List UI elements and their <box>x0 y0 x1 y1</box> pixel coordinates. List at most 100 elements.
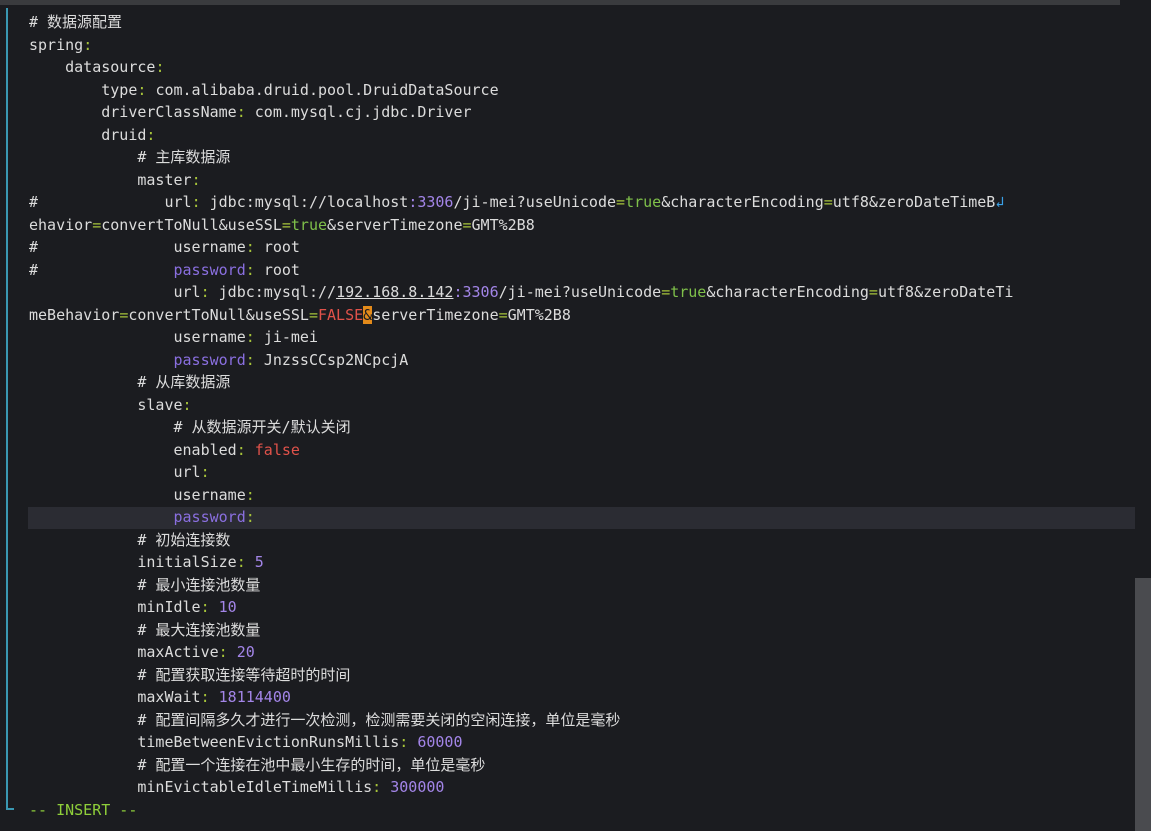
code-token: GMT%2B8 <box>507 305 571 324</box>
code-token: &serverTimezone <box>327 215 463 234</box>
code-token: 5 <box>254 553 264 571</box>
code-line[interactable]: initialSize: 5 <box>29 551 1129 574</box>
code-line[interactable]: # password: root <box>29 259 1129 282</box>
code-token: # 主库数据源 <box>29 148 231 166</box>
code-token: ji-mei <box>263 328 318 346</box>
code-token: = <box>92 215 102 234</box>
code-token: # 配置间隔多久才进行一次检测，检测需要关闭的空闲连接，单位是毫秒 <box>29 710 621 729</box>
code-line[interactable]: url: jdbc:mysql://192.168.8.142:3306/ji-… <box>29 281 1129 304</box>
code-token: url <box>29 463 201 481</box>
code-token: true <box>670 283 707 301</box>
code-token: : <box>218 643 237 661</box>
code-token: driverClassName <box>29 103 237 121</box>
code-line[interactable]: # 从库数据源 <box>29 371 1129 394</box>
code-token: &characterEncoding <box>661 193 824 211</box>
code-token: : <box>399 733 418 751</box>
code-token: initialSize <box>29 553 237 571</box>
code-token: &zeroDateTi <box>914 283 1014 301</box>
code-token: convertToNull&useSSL <box>128 305 309 324</box>
code-line[interactable]: username: <box>29 484 1129 507</box>
code-token: root <box>263 260 300 279</box>
code-token: # username <box>29 238 246 256</box>
code-line[interactable]: # username: root <box>29 236 1129 259</box>
code-token: true <box>625 193 662 211</box>
code-line[interactable]: minIdle: 10 <box>29 596 1129 619</box>
code-line[interactable]: minEvictableIdleTimeMillis: 300000 <box>29 776 1129 799</box>
code-editor[interactable]: # 数据源配置 spring: datasource: type: com.ali… <box>29 11 1129 821</box>
code-token: false <box>254 440 300 459</box>
code-token: : <box>200 688 219 706</box>
code-line[interactable]: # 初始连接数 <box>29 529 1129 552</box>
code-line[interactable]: datasource: <box>29 56 1129 79</box>
code-line[interactable]: spring: <box>29 34 1129 57</box>
code-token: : <box>83 35 93 54</box>
code-line[interactable]: password: <box>29 506 1129 529</box>
code-line[interactable]: # 主库数据源 <box>29 146 1129 169</box>
code-token: = <box>868 283 878 301</box>
code-token: type <box>29 80 138 99</box>
code-token: = <box>661 283 671 301</box>
scrollbar-thumb[interactable] <box>1135 578 1151 831</box>
code-token: true <box>290 215 328 234</box>
code-token: : <box>236 103 255 121</box>
code-token: 20 <box>236 643 255 661</box>
code-token: &characterEncoding <box>706 283 869 301</box>
code-token: minEvictableIdleTimeMillis <box>29 778 373 796</box>
code-line[interactable]: # url: jdbc:mysql://localhost:3306/ji-me… <box>29 191 1129 214</box>
code-token: spring <box>29 35 84 54</box>
code-token: convertToNull&useSSL <box>101 215 282 234</box>
code-line[interactable]: # 从数据源开关/默认关闭 <box>29 416 1129 439</box>
code-token: 60000 <box>417 733 463 751</box>
code-line[interactable]: # 最小连接池数量 <box>29 574 1129 597</box>
code-line[interactable]: druid: <box>29 124 1129 147</box>
code-token: 18114400 <box>218 688 291 706</box>
code-token: : <box>200 463 210 481</box>
code-line[interactable]: ehavior=convertToNull&useSSL=true&server… <box>29 214 1129 237</box>
scrollbar-track[interactable] <box>1135 0 1151 831</box>
code-token: password <box>173 508 246 526</box>
code-token: # 配置获取连接等待超时的时间 <box>29 665 351 684</box>
code-line[interactable]: # 配置间隔多久才进行一次检测，检测需要关闭的空闲连接，单位是毫秒 <box>29 709 1129 732</box>
code-token: : <box>245 328 264 346</box>
code-line[interactable]: meBehavior=convertToNull&useSSL=FALSE&se… <box>29 304 1129 327</box>
code-line[interactable]: maxWait: 18114400 <box>29 686 1129 709</box>
code-line[interactable]: slave: <box>29 394 1129 417</box>
code-line[interactable]: # 配置获取连接等待超时的时间 <box>29 664 1129 687</box>
code-token: :3306 <box>453 283 499 301</box>
code-token: datasource <box>29 58 156 76</box>
code-token: : <box>200 598 219 616</box>
code-line[interactable]: maxActive: 20 <box>29 641 1129 664</box>
code-token: = <box>119 305 129 324</box>
code-token: # 最小连接池数量 <box>29 575 261 594</box>
code-token: = <box>616 193 626 211</box>
code-token: : <box>137 80 156 99</box>
code-token: # 从数据源开关/默认关闭 <box>29 418 351 436</box>
code-token: # 数据源配置 <box>29 13 123 31</box>
code-token: : <box>200 283 219 301</box>
code-token: utf8 <box>832 193 869 211</box>
code-token: minIdle <box>29 598 201 616</box>
code-line[interactable]: url: <box>29 461 1129 484</box>
code-line[interactable]: driverClassName: com.mysql.cj.jdbc.Drive… <box>29 101 1129 124</box>
code-token: 10 <box>218 598 237 616</box>
code-line[interactable]: type: com.alibaba.druid.pool.DruidDataSo… <box>29 79 1129 102</box>
code-token: : <box>245 508 255 526</box>
code-line[interactable]: # 数据源配置 <box>29 11 1129 34</box>
code-token: : <box>191 170 201 189</box>
code-line[interactable]: password: JnzssCCsp2NCpcjA <box>29 349 1129 372</box>
code-token: &zeroDateTimeB <box>868 193 996 211</box>
code-line[interactable]: # 配置一个连接在池中最小生存的时间，单位是毫秒 <box>29 754 1129 777</box>
code-line[interactable]: timeBetweenEvictionRunsMillis: 60000 <box>29 731 1129 754</box>
code-token: : <box>236 553 255 571</box>
code-token: timeBetweenEvictionRunsMillis <box>29 733 400 751</box>
code-token: ehavior <box>29 215 93 234</box>
code-token: : <box>191 193 210 211</box>
code-line[interactable]: enabled: false <box>29 439 1129 462</box>
code-line[interactable]: username: ji-mei <box>29 326 1129 349</box>
code-token: : <box>245 238 264 256</box>
code-line[interactable]: master: <box>29 169 1129 192</box>
code-token: = <box>462 215 472 234</box>
code-token: /ji-mei?useUnicode <box>498 283 662 301</box>
code-line[interactable]: # 最大连接池数量 <box>29 619 1129 642</box>
